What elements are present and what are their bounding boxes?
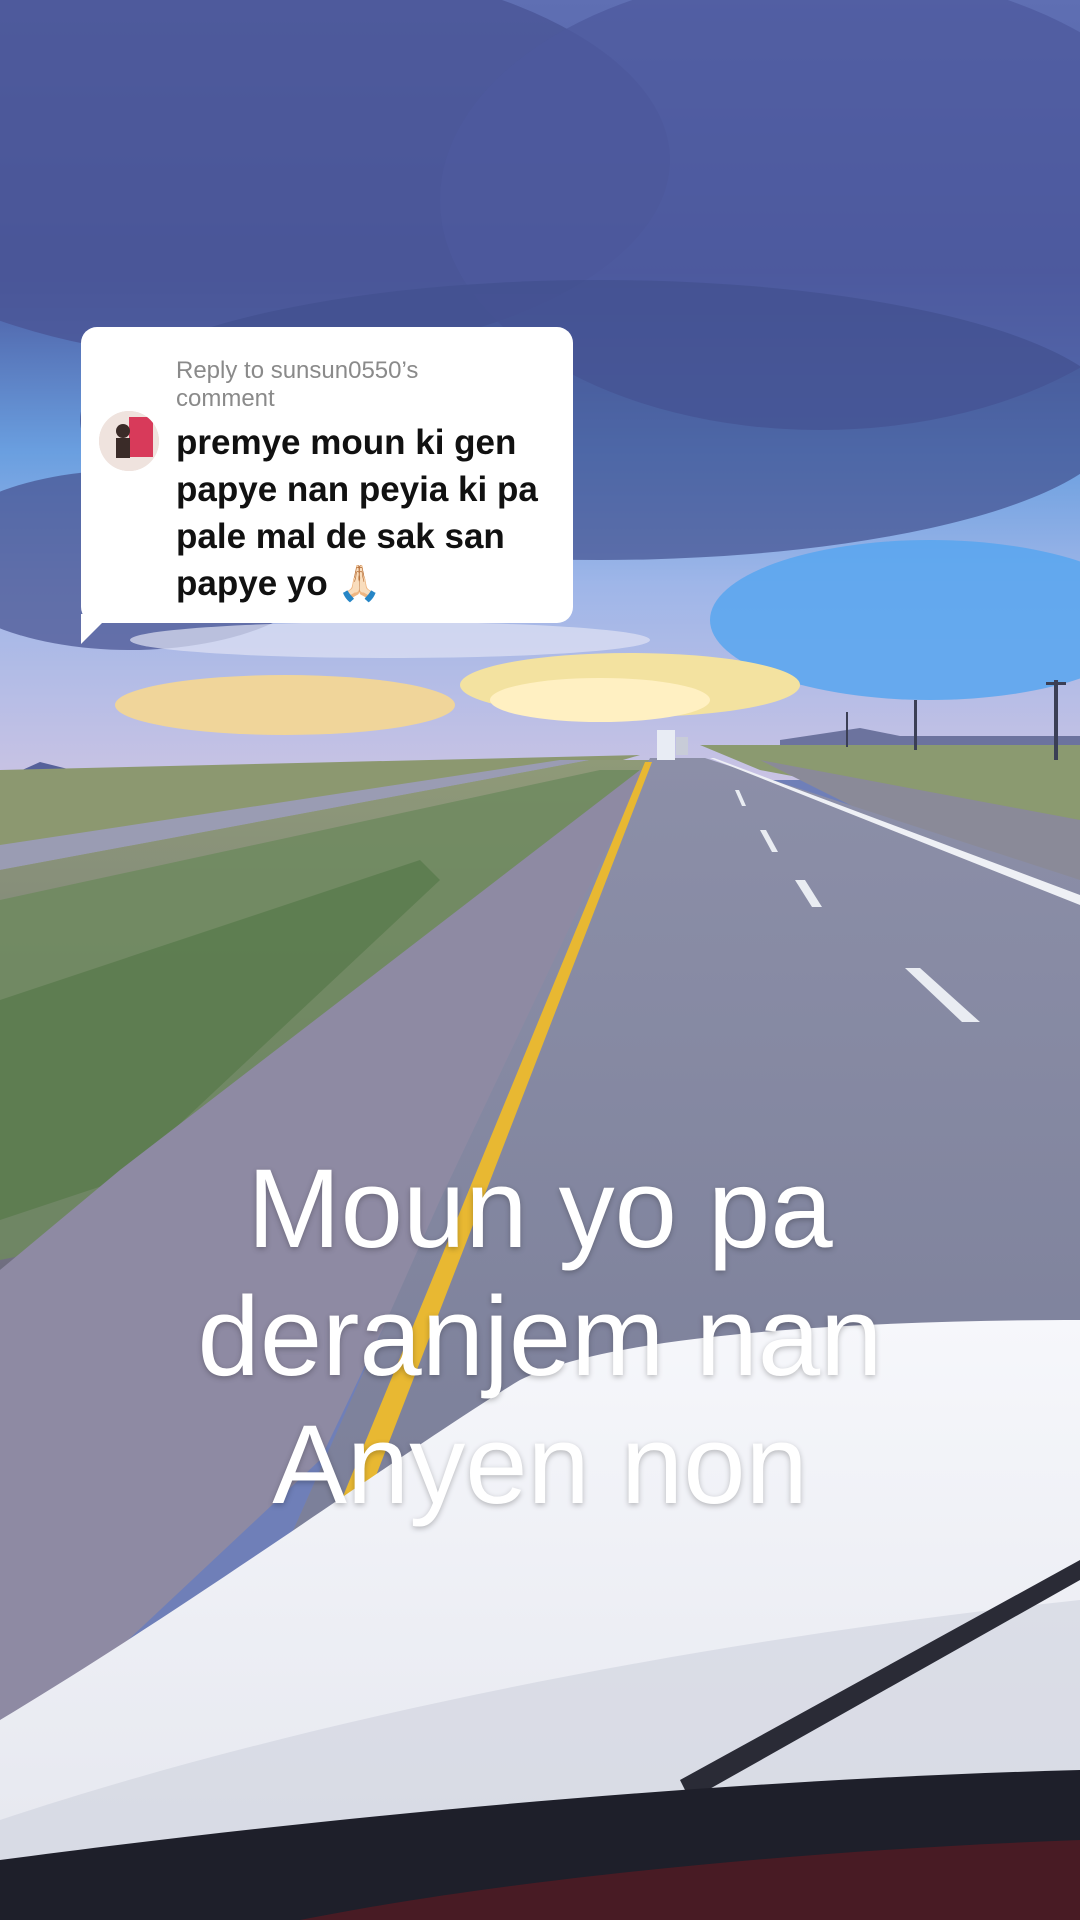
reply-header-line2: comment xyxy=(176,385,275,412)
caption-line-2: deranjem nan xyxy=(197,1274,883,1399)
caption-line-1: Moun yo pa xyxy=(247,1146,833,1271)
reply-header: Reply to sunsun0550’s comment xyxy=(176,357,556,413)
reply-comment-card[interactable]: Reply to sunsun0550’s comment premye mou… xyxy=(81,327,573,623)
praying-hands-icon: 🙏🏻 xyxy=(337,564,382,603)
video-caption-overlay: Moun yo pa deranjem nan Anyen non xyxy=(0,1145,1080,1529)
reply-card-tail xyxy=(81,614,111,644)
video-background xyxy=(0,0,1080,1920)
caption-line-3: Anyen non xyxy=(272,1402,808,1527)
avatar-image xyxy=(99,411,159,471)
commenter-avatar[interactable] xyxy=(99,411,159,471)
reply-comment-text: premye moun ki gen papye nan peyia ki pa… xyxy=(176,419,556,607)
reply-header-line1: Reply to sunsun0550’s xyxy=(176,357,419,384)
